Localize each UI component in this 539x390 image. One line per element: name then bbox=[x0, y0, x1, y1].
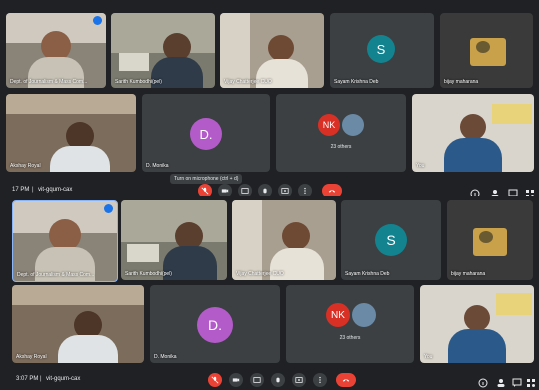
people-button[interactable] bbox=[496, 375, 506, 387]
raise-hand-button[interactable] bbox=[258, 184, 272, 196]
participant-name: Dept. of Journalism & Mass Com... bbox=[10, 79, 88, 85]
participant-name: D. Monika bbox=[146, 163, 169, 169]
participant-tile[interactable]: Sarith Kumbodhi(pel) bbox=[111, 13, 215, 88]
participant-tile[interactable]: Vijay Chatterjee CUO bbox=[232, 200, 336, 280]
participant-tile[interactable]: bijay maharana bbox=[447, 200, 533, 280]
participant-name: Akshay Royal bbox=[10, 163, 41, 169]
end-call-button[interactable] bbox=[322, 184, 342, 196]
info-button[interactable] bbox=[478, 375, 488, 388]
others-count: 23 others bbox=[339, 335, 361, 341]
participant-name: Dept. of Journalism & Mass Com... bbox=[17, 272, 95, 278]
separator: | bbox=[32, 187, 34, 193]
meeting-code: vit-gqum-cax bbox=[46, 376, 81, 382]
captions-icon bbox=[241, 188, 249, 194]
activities-icon bbox=[527, 379, 535, 387]
people-icon bbox=[491, 190, 499, 196]
chat-button[interactable] bbox=[508, 186, 518, 196]
pin-icon[interactable] bbox=[104, 204, 113, 213]
others-avatar-photo bbox=[352, 303, 376, 327]
meet-window-top: Dept. of Journalism & Mass Com... Sarith… bbox=[0, 0, 539, 196]
captions-button[interactable] bbox=[250, 373, 264, 387]
participant-tile[interactable]: Vijay Chatterjee CUO bbox=[220, 13, 324, 88]
participant-tile[interactable]: NK 23 others bbox=[286, 285, 414, 363]
participant-tile[interactable]: You bbox=[420, 285, 534, 363]
people-icon bbox=[497, 379, 505, 387]
participant-tile[interactable]: Dept. of Journalism & Mass Com... bbox=[6, 13, 106, 88]
mic-tooltip: Turn on microphone (ctrl + d) bbox=[170, 174, 243, 184]
participant-tile[interactable]: Sarith Kumbodhi(pel) bbox=[121, 200, 227, 280]
participant-name: bijay maharana bbox=[444, 79, 479, 85]
participant-name: D. Monika bbox=[154, 354, 177, 360]
participant-avatar: D. bbox=[197, 307, 233, 343]
participant-tile[interactable]: You bbox=[412, 94, 534, 172]
participant-name: Akshay Royal bbox=[16, 354, 47, 360]
raise-hand-icon bbox=[263, 188, 267, 194]
raise-hand-button[interactable] bbox=[271, 373, 285, 387]
meet-window-bottom: Dept. of Journalism & Mass Com... Sarith… bbox=[0, 196, 539, 390]
participant-name: Sarith Kumbodhi(pel) bbox=[125, 271, 172, 277]
end-call-button[interactable] bbox=[336, 373, 356, 387]
mic-off-icon bbox=[211, 376, 219, 384]
camera-button[interactable] bbox=[229, 373, 243, 387]
participant-tile[interactable]: bijay maharana bbox=[440, 13, 533, 88]
activities-button[interactable] bbox=[526, 375, 536, 387]
more-icon bbox=[304, 187, 306, 195]
end-call-icon bbox=[342, 379, 350, 382]
chat-button[interactable] bbox=[512, 375, 522, 387]
mic-off-button[interactable] bbox=[198, 184, 212, 196]
participant-name: Sayam Krishna Deb bbox=[345, 271, 390, 277]
captions-button[interactable] bbox=[238, 184, 252, 196]
participant-tile[interactable]: Akshay Royal bbox=[12, 285, 144, 363]
participant-name: bijay maharana bbox=[451, 271, 486, 277]
captions-icon bbox=[253, 377, 261, 383]
activities-icon bbox=[526, 190, 534, 196]
activities-button[interactable] bbox=[525, 186, 535, 196]
camera-icon bbox=[221, 189, 229, 193]
info-icon bbox=[470, 189, 480, 196]
participant-name: Sayam Krishna Deb bbox=[334, 79, 379, 85]
participant-avatar: S bbox=[367, 35, 395, 63]
participant-tile[interactable]: D. D. Monika bbox=[142, 94, 270, 172]
participant-tile[interactable]: S Sayam Krishna Deb bbox=[341, 200, 441, 280]
pin-icon[interactable] bbox=[93, 16, 102, 25]
present-icon bbox=[295, 377, 303, 383]
more-options-button[interactable] bbox=[313, 373, 327, 387]
mic-off-button[interactable] bbox=[208, 373, 222, 387]
others-avatar: NK bbox=[326, 303, 350, 327]
participant-name: You bbox=[416, 163, 425, 169]
chat-icon bbox=[512, 378, 522, 387]
meeting-code: vit-gqum-cax bbox=[38, 187, 73, 193]
meeting-time: 17 PM bbox=[12, 187, 30, 193]
present-icon bbox=[281, 188, 289, 194]
camera-button[interactable] bbox=[218, 184, 232, 196]
participant-avatar: D. bbox=[190, 118, 222, 150]
people-button[interactable] bbox=[490, 186, 500, 196]
participant-name: Sarith Kumbodhi(pel) bbox=[115, 79, 162, 85]
others-count: 23 others bbox=[330, 144, 352, 150]
participant-name: Vijay Chatterjee CUO bbox=[224, 79, 272, 85]
more-options-button[interactable] bbox=[298, 184, 312, 196]
separator: | bbox=[40, 376, 42, 382]
participant-tile[interactable]: S Sayam Krishna Deb bbox=[330, 13, 434, 88]
raise-hand-icon bbox=[276, 377, 280, 383]
meeting-time: 3:07 PM bbox=[16, 376, 39, 382]
more-icon bbox=[319, 376, 321, 384]
participant-tile[interactable]: Dept. of Journalism & Mass Com... bbox=[12, 200, 118, 282]
participant-tile[interactable]: D. D. Monika bbox=[150, 285, 280, 363]
participant-tile[interactable]: NK 23 others bbox=[276, 94, 406, 172]
chat-icon bbox=[508, 189, 518, 196]
others-avatar-photo bbox=[342, 114, 364, 136]
participant-name: Vijay Chatterjee CUO bbox=[236, 271, 284, 277]
present-button[interactable] bbox=[292, 373, 306, 387]
present-button[interactable] bbox=[278, 184, 292, 196]
info-button[interactable] bbox=[470, 186, 480, 196]
participant-name: You bbox=[424, 354, 433, 360]
info-icon bbox=[478, 378, 488, 388]
others-avatar: NK bbox=[318, 114, 340, 136]
participant-avatar: S bbox=[375, 224, 407, 256]
camera-icon bbox=[232, 378, 240, 382]
participant-tile[interactable]: Akshay Royal bbox=[6, 94, 136, 172]
mic-off-icon bbox=[201, 187, 209, 195]
end-call-icon bbox=[328, 190, 336, 193]
